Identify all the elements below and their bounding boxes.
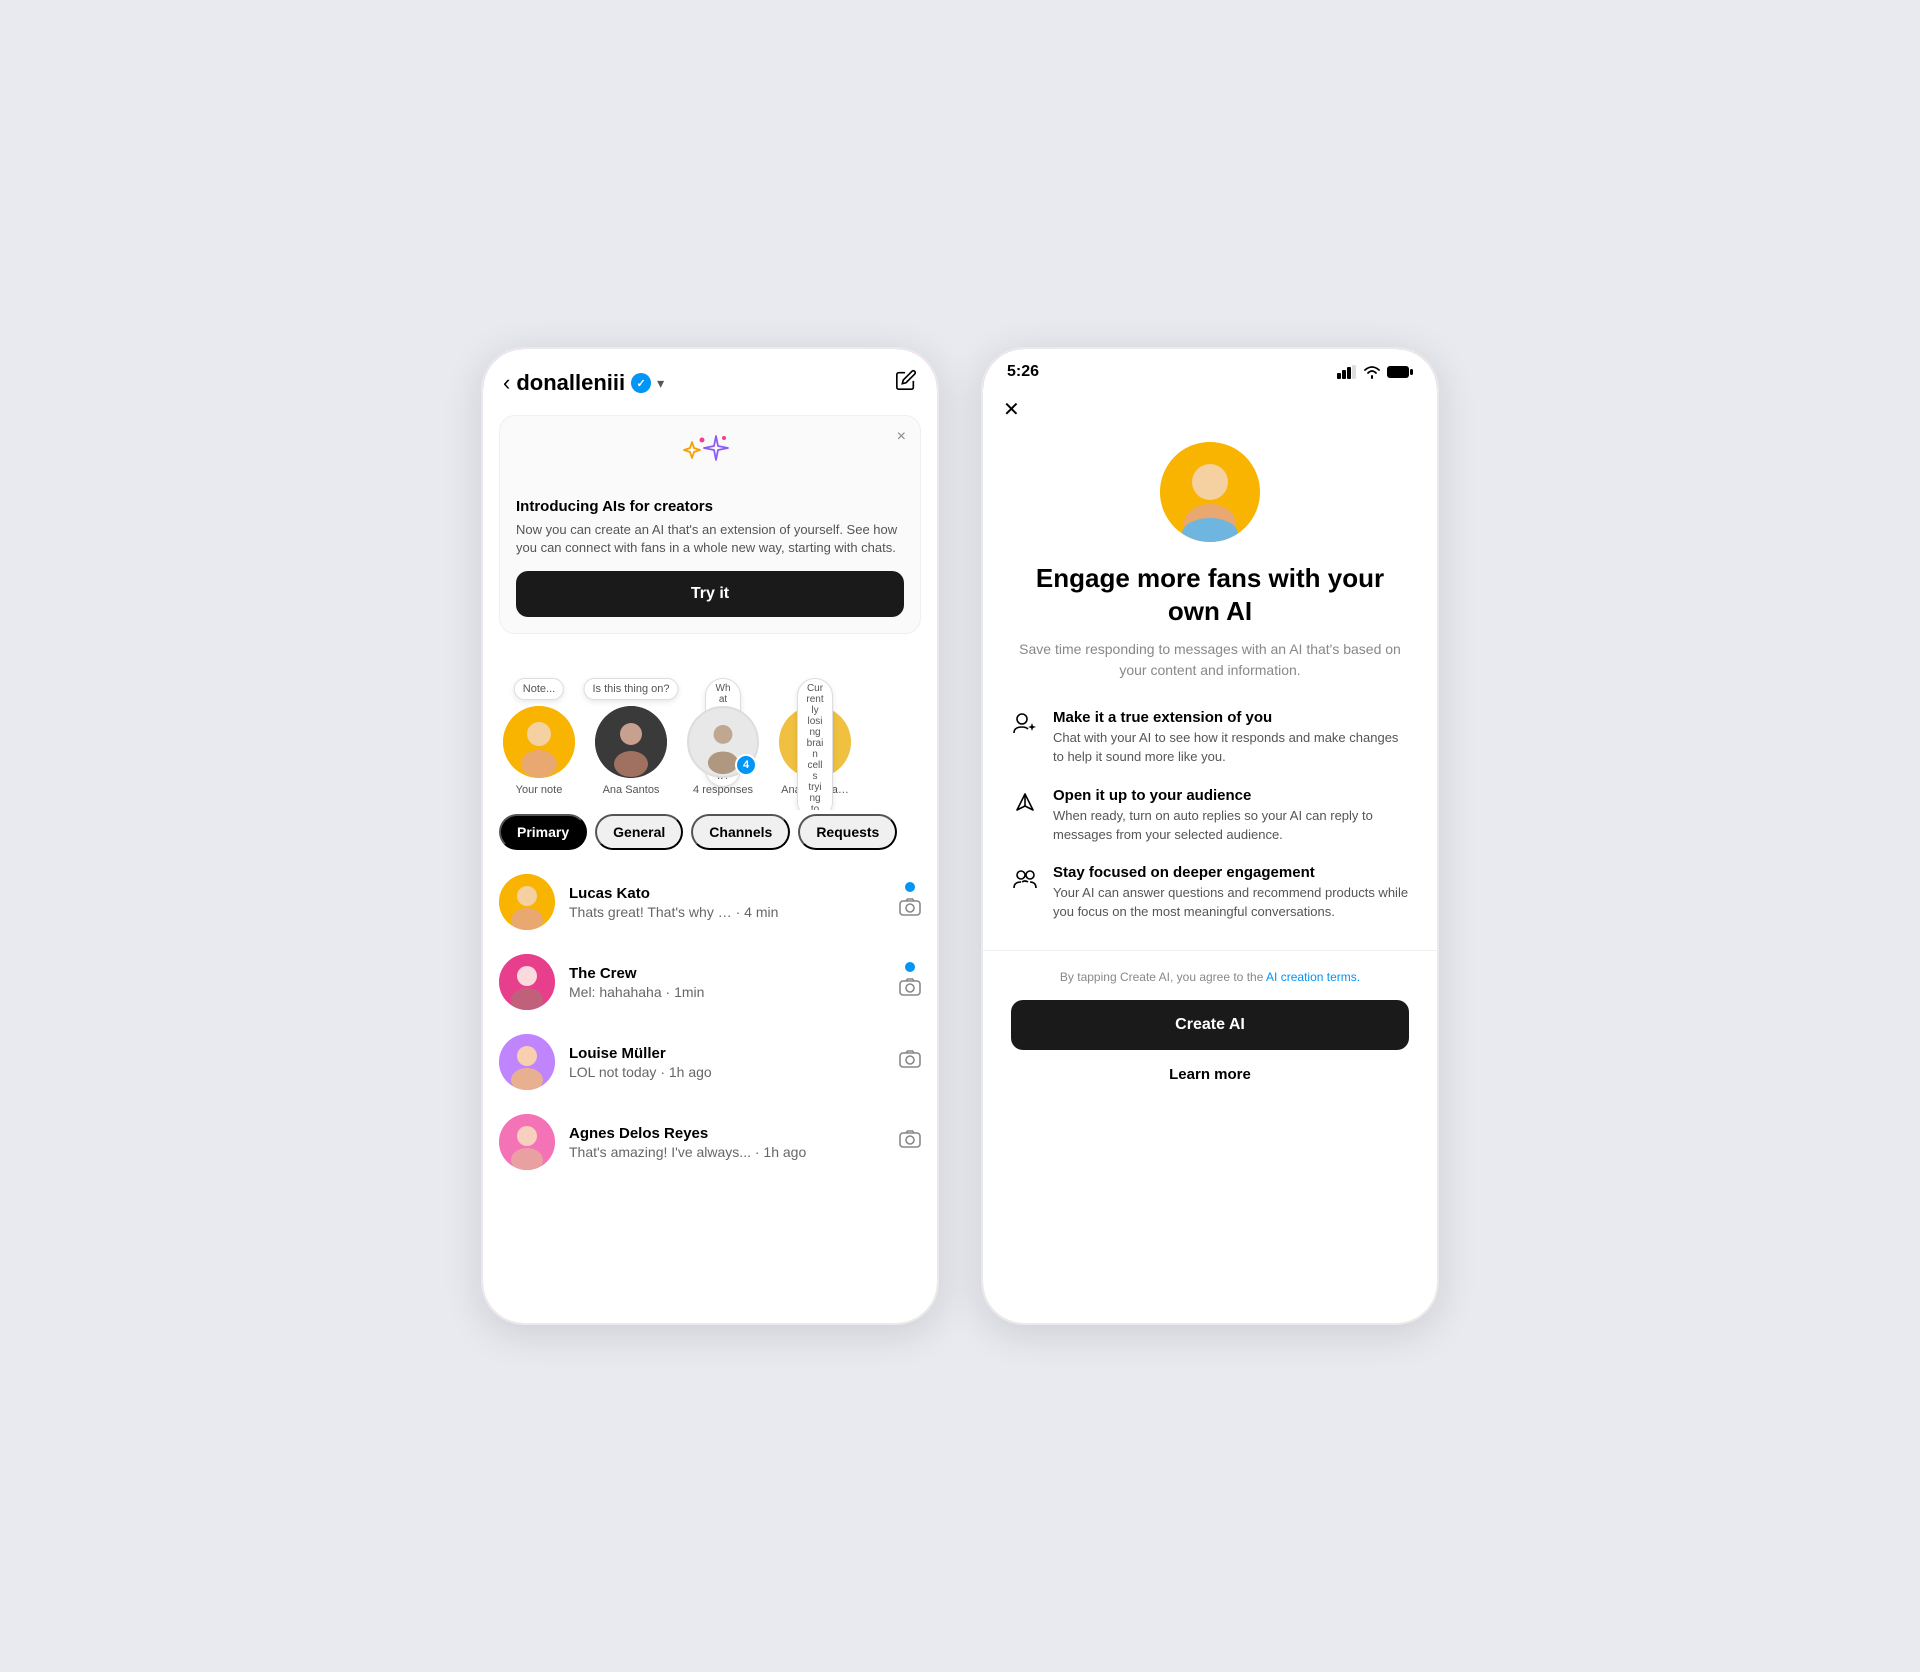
feature-desc-3: Your AI can answer questions and recomme…: [1053, 884, 1409, 922]
left-header: ‹ donalleniii ✓ ▾: [483, 349, 937, 407]
crew-message-content: The Crew Mel: hahahaha · 1min: [569, 965, 885, 1000]
right-main-title: Engage more fans with your own AI: [1011, 562, 1409, 627]
feature-list: Make it a true extension of you Chat wit…: [1011, 709, 1409, 922]
crew-msg-right: [899, 962, 921, 1002]
message-item-lucas[interactable]: Lucas Kato Thats great! That's why … · 4…: [483, 862, 937, 942]
right-subtitle: Save time responding to messages with an…: [1011, 639, 1409, 681]
message-item-crew[interactable]: The Crew Mel: hahahaha · 1min: [483, 942, 937, 1022]
agnes-avatar: [499, 1114, 555, 1170]
ana-santos-note-bubble: Is this thing on?: [583, 678, 678, 700]
story-item-4-responses[interactable]: What are you bringing now? 4 4 responses: [683, 672, 763, 796]
ana-santos-avatar: [595, 706, 667, 778]
ai-banner-desc: Now you can create an AI that's an exten…: [516, 521, 904, 557]
terms-text: By tapping Create AI, you agree to the A…: [1011, 969, 1409, 986]
feature-text-3: Stay focused on deeper engagement Your A…: [1053, 864, 1409, 922]
feature-title-1: Make it a true extension of you: [1053, 709, 1409, 726]
message-tabs: Primary General Channels Requests: [483, 810, 937, 862]
learn-more-button[interactable]: Learn more: [1165, 1062, 1255, 1087]
lucas-message-content: Lucas Kato Thats great! That's why … · 4…: [569, 885, 885, 920]
people-focus-icon: [1011, 866, 1039, 898]
camera-icon[interactable]: [899, 898, 921, 922]
ai-banner: × Introducing AIs for creators Now you c…: [499, 415, 921, 634]
message-list: Lucas Kato Thats great! That's why … · 4…: [483, 862, 937, 1202]
feature-text-1: Make it a true extension of you Chat wit…: [1053, 709, 1409, 767]
agnes-message-content: Agnes Delos Reyes That's amazing! I've a…: [569, 1125, 885, 1160]
banner-close-icon[interactable]: ×: [897, 428, 906, 446]
status-bar: 5:26: [983, 349, 1437, 389]
tab-channels[interactable]: Channels: [691, 814, 790, 850]
lucas-avatar: [499, 874, 555, 930]
louise-message-content: Louise Müller LOL not today · 1h ago: [569, 1045, 885, 1080]
ana-thomas-note-bubble: Currently losing brain cells trying to: [797, 678, 833, 810]
four-responses-badge: 4: [735, 754, 757, 776]
agnes-name: Agnes Delos Reyes: [569, 1125, 885, 1142]
your-note-avatar: [503, 706, 575, 778]
story-label-your-note: Your note: [516, 784, 563, 796]
louise-camera-icon[interactable]: [899, 1050, 921, 1074]
crew-unread-dot: [905, 962, 915, 972]
crew-preview: Mel: hahahaha · 1min: [569, 984, 885, 1000]
create-ai-button[interactable]: Create AI: [1011, 1000, 1409, 1050]
message-item-agnes[interactable]: Agnes Delos Reyes That's amazing! I've a…: [483, 1102, 937, 1182]
right-header: ✕: [983, 389, 1437, 422]
feature-item-3: Stay focused on deeper engagement Your A…: [1011, 864, 1409, 922]
signal-icon: [1337, 365, 1357, 379]
agnes-msg-right: [899, 1130, 921, 1154]
tab-general[interactable]: General: [595, 814, 683, 850]
story-label-ana-santos: Ana Santos: [603, 784, 660, 796]
chevron-down-icon[interactable]: ▾: [657, 375, 664, 392]
send-icon: [1011, 789, 1039, 821]
right-body: Engage more fans with your own AI Save t…: [983, 422, 1437, 922]
story-item-ana-thomas[interactable]: Currently losing brain cells trying to A…: [775, 672, 855, 796]
tab-requests[interactable]: Requests: [798, 814, 897, 850]
try-it-button[interactable]: Try it: [516, 571, 904, 617]
username-label: donalleniii: [516, 370, 625, 396]
feature-text-2: Open it up to your audience When ready, …: [1053, 787, 1409, 845]
terms-link[interactable]: AI creation terms.: [1266, 970, 1360, 984]
right-phone: 5:26 ✕: [980, 346, 1440, 1326]
person-sparkle-icon: [1011, 711, 1039, 743]
story-item-your-note[interactable]: Note... Your note: [499, 672, 579, 796]
lucas-name: Lucas Kato: [569, 885, 885, 902]
edit-icon[interactable]: [895, 369, 917, 397]
stories-row: Note... Your note Is this thing on?: [483, 658, 937, 810]
ai-banner-title: Introducing AIs for creators: [516, 498, 904, 515]
right-footer: By tapping Create AI, you agree to the A…: [983, 950, 1437, 1111]
agnes-preview: That's amazing! I've always... · 1h ago: [569, 1144, 885, 1160]
feature-desc-2: When ready, turn on auto replies so your…: [1053, 807, 1409, 845]
feature-item-2: Open it up to your audience When ready, …: [1011, 787, 1409, 845]
crew-camera-icon[interactable]: [899, 978, 921, 1002]
louise-preview: LOL not today · 1h ago: [569, 1064, 885, 1080]
close-button[interactable]: ✕: [1003, 399, 1020, 421]
louise-msg-right: [899, 1050, 921, 1074]
battery-icon: [1387, 365, 1413, 379]
crew-name: The Crew: [569, 965, 885, 982]
verified-badge: ✓: [631, 373, 651, 393]
stories-section: Note... Your note Is this thing on?: [483, 658, 937, 810]
back-arrow-icon[interactable]: ‹: [503, 370, 510, 396]
sparkle-icon: [516, 432, 904, 490]
lucas-preview: Thats great! That's why … · 4 min: [569, 904, 885, 920]
tab-primary[interactable]: Primary: [499, 814, 587, 850]
wifi-icon: [1363, 365, 1381, 379]
feature-desc-1: Chat with your AI to see how it responds…: [1053, 729, 1409, 767]
louise-avatar: [499, 1034, 555, 1090]
message-item-louise[interactable]: Louise Müller LOL not today · 1h ago: [483, 1022, 937, 1102]
ai-profile-avatar: [1160, 442, 1260, 542]
status-time: 5:26: [1007, 363, 1039, 381]
lucas-unread-dot: [905, 882, 915, 892]
lucas-msg-right: [899, 882, 921, 922]
header-left: ‹ donalleniii ✓ ▾: [503, 370, 664, 396]
feature-item-1: Make it a true extension of you Chat wit…: [1011, 709, 1409, 767]
story-item-ana-santos[interactable]: Is this thing on? Ana Santos: [591, 672, 671, 796]
feature-title-3: Stay focused on deeper engagement: [1053, 864, 1409, 881]
your-note-bubble: Note...: [514, 678, 564, 700]
status-icons: [1337, 365, 1413, 379]
left-phone: ‹ donalleniii ✓ ▾ × Introducin: [480, 346, 940, 1326]
feature-title-2: Open it up to your audience: [1053, 787, 1409, 804]
louise-name: Louise Müller: [569, 1045, 885, 1062]
agnes-camera-icon[interactable]: [899, 1130, 921, 1154]
crew-avatar: [499, 954, 555, 1010]
